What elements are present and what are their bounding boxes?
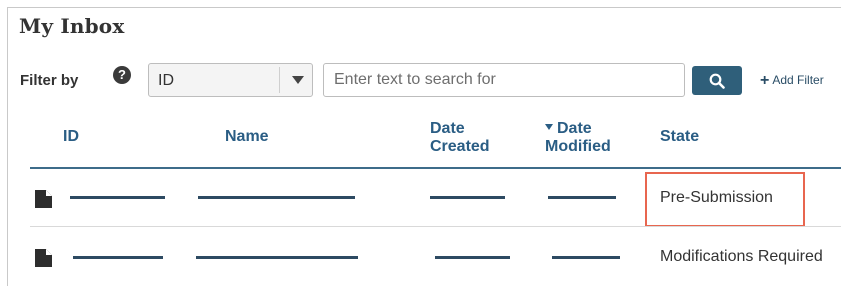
redacted-date-modified (548, 196, 616, 199)
sort-descending-icon (545, 124, 553, 130)
column-header-name[interactable]: Name (225, 128, 269, 146)
search-icon (709, 73, 725, 89)
add-filter-link[interactable]: + Add Filter (760, 72, 824, 90)
chevron-down-icon[interactable] (292, 76, 304, 84)
search-button[interactable] (692, 66, 742, 95)
filter-by-label: Filter by (20, 72, 79, 89)
document-icon[interactable] (35, 190, 52, 208)
inbox-panel (7, 7, 841, 286)
select-divider (279, 67, 280, 93)
search-input[interactable] (323, 63, 685, 97)
add-filter-label: Add Filter (772, 73, 824, 87)
row-divider (30, 226, 841, 227)
redacted-date-modified (552, 256, 620, 259)
column-header-state[interactable]: State (660, 128, 699, 146)
plus-icon: + (760, 72, 770, 89)
page-title: My Inbox (19, 14, 125, 38)
row-state: Modifications Required (660, 248, 823, 265)
redacted-id[interactable] (73, 256, 163, 259)
filter-field-select[interactable]: ID (148, 63, 313, 97)
redacted-name[interactable] (198, 196, 355, 199)
column-header-date-modified-label: Date Modified (545, 120, 611, 155)
question-circle-icon[interactable]: ? (113, 66, 131, 84)
redacted-id[interactable] (70, 196, 165, 199)
column-header-id[interactable]: ID (63, 128, 79, 146)
header-divider (30, 167, 841, 169)
filter-field-value: ID (158, 72, 174, 89)
redacted-date-created (430, 196, 505, 199)
row-state: Pre-Submission (660, 189, 773, 206)
column-header-date-created[interactable]: Date Created (430, 120, 520, 156)
redacted-name[interactable] (196, 256, 358, 259)
redacted-date-created (435, 256, 510, 259)
column-header-date-modified[interactable]: Date Modified (545, 120, 625, 156)
document-icon[interactable] (35, 249, 52, 267)
